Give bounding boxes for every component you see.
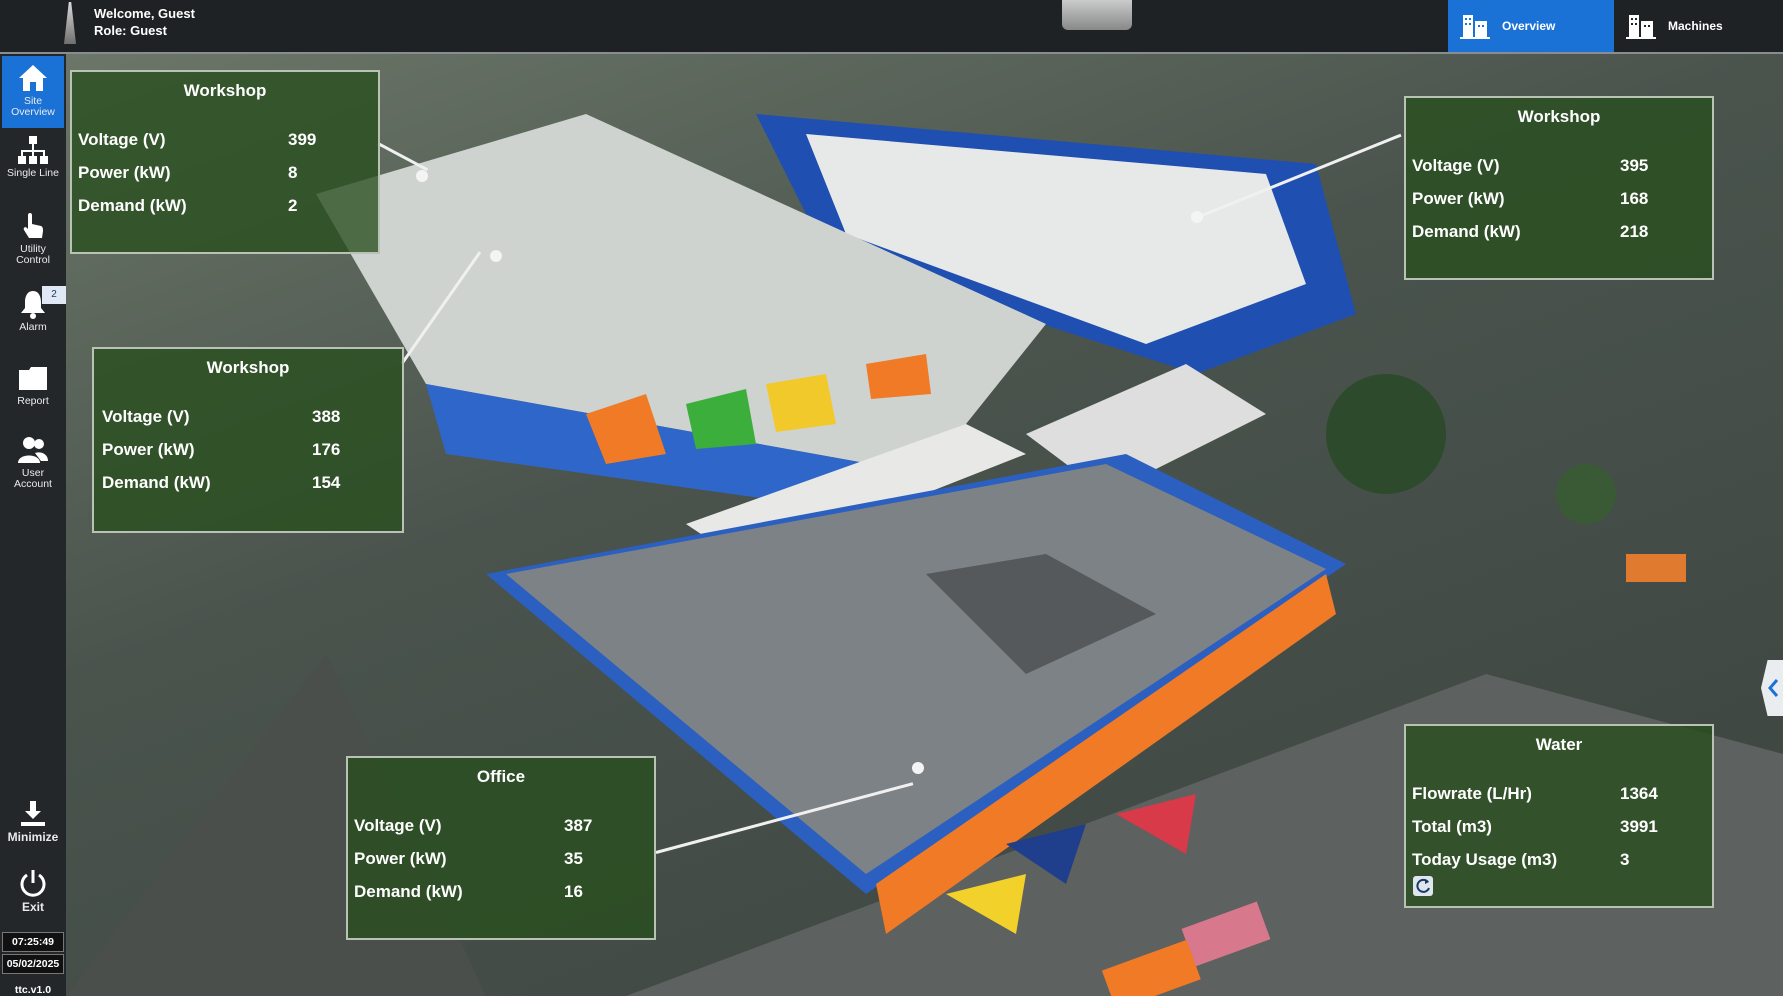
version-label: ttc.v1.0 xyxy=(14,984,52,996)
user-info: Welcome, Guest Role: Guest xyxy=(94,5,195,39)
row-label: Voltage (V) xyxy=(1412,156,1500,175)
panel-workshop-b[interactable]: Workshop Voltage (V) 388 Power (kW) 176 … xyxy=(92,347,404,533)
building-icon xyxy=(1626,15,1656,39)
building-icon xyxy=(1460,15,1490,39)
location-marker xyxy=(490,250,502,262)
users-icon xyxy=(18,437,48,463)
row-label: Demand (kW) xyxy=(1412,222,1521,241)
panel-title: Workshop xyxy=(183,81,267,100)
tab-machines[interactable]: Machines xyxy=(1614,0,1780,52)
refresh-icon[interactable] xyxy=(1413,876,1433,896)
sidebar: Site Overview Single Line Utility Contro… xyxy=(0,54,66,996)
sidebar-item-label: Report xyxy=(17,395,49,407)
hand-pointer-icon xyxy=(23,213,43,238)
sidebar-item-alarm[interactable]: Alarm 2 xyxy=(2,286,66,333)
row-label: Power (kW) xyxy=(1412,189,1505,208)
voltage-value: 388 xyxy=(312,407,341,426)
demand-value: 16 xyxy=(564,882,583,901)
sidebar-item-label: Minimize xyxy=(7,830,59,844)
sidebar-item-utility-control[interactable]: Utility Control xyxy=(2,210,64,266)
row-label: Today Usage (m3) xyxy=(1412,850,1558,869)
download-icon xyxy=(21,801,45,826)
panel-office[interactable]: Office Voltage (V) 387 Power (kW) 35 Dem… xyxy=(346,756,656,940)
sidebar-item-user-account[interactable]: User Account xyxy=(2,434,64,490)
sidebar-item-label: User Account xyxy=(14,467,52,490)
demand-value: 2 xyxy=(288,196,298,215)
clock-time: 07:25:49 xyxy=(2,932,64,952)
sidebar-item-site-overview[interactable]: Site Overview xyxy=(2,56,64,128)
flowrate-value: 1364 xyxy=(1620,784,1658,803)
total-value: 3991 xyxy=(1620,817,1658,836)
row-label: Flowrate (L/Hr) xyxy=(1412,784,1532,803)
panel-title: Office xyxy=(476,767,526,786)
top-bar: Welcome, Guest Role: Guest Overview Mach… xyxy=(0,0,1783,54)
logo xyxy=(64,2,76,44)
network-icon xyxy=(18,136,48,164)
tab-overview-label: Overview xyxy=(1502,19,1556,33)
company-logo xyxy=(1062,0,1132,30)
row-label: Total (m3) xyxy=(1412,817,1492,836)
voltage-value: 395 xyxy=(1620,156,1649,175)
sidebar-item-label: Site Overview xyxy=(11,95,55,118)
panel-title: Water xyxy=(1535,735,1583,754)
location-marker xyxy=(912,762,924,774)
sidebar-item-report[interactable]: Report xyxy=(2,362,64,407)
home-icon xyxy=(19,65,47,91)
row-label: Voltage (V) xyxy=(78,130,166,149)
panel-title: Workshop xyxy=(206,358,290,377)
sidebar-item-exit[interactable]: Exit xyxy=(2,868,64,913)
panel-workshop-a[interactable]: Workshop Voltage (V) 399 Power (kW) 8 De… xyxy=(70,70,380,254)
sidebar-item-minimize[interactable]: Minimize xyxy=(2,798,64,843)
tab-overview[interactable]: Overview xyxy=(1448,0,1614,52)
power-value: 168 xyxy=(1620,189,1649,208)
role-text: Role: Guest xyxy=(94,23,167,38)
row-label: Voltage (V) xyxy=(102,407,190,426)
panel-water[interactable]: Water Flowrate (L/Hr) 1364 Total (m3) 39… xyxy=(1404,724,1714,908)
sidebar-item-label: Exit xyxy=(21,900,44,914)
row-label: Voltage (V) xyxy=(354,816,442,835)
row-label: Demand (kW) xyxy=(354,882,463,901)
sidebar-item-label: Single Line xyxy=(7,167,59,179)
clock-date: 05/02/2025 xyxy=(2,954,64,974)
demand-value: 154 xyxy=(312,473,341,492)
row-label: Power (kW) xyxy=(354,849,447,868)
voltage-value: 399 xyxy=(288,130,317,149)
sidebar-item-label: Alarm xyxy=(19,321,47,333)
panel-workshop-c[interactable]: Workshop Voltage (V) 395 Power (kW) 168 … xyxy=(1404,96,1714,280)
sidebar-item-label: Utility Control xyxy=(16,243,50,266)
sidebar-item-single-line[interactable]: Single Line xyxy=(2,134,64,179)
panel-title: Workshop xyxy=(1517,107,1601,126)
power-icon xyxy=(20,870,46,897)
power-value: 176 xyxy=(312,440,341,459)
row-label: Power (kW) xyxy=(102,440,195,459)
location-marker xyxy=(1191,211,1203,223)
row-label: Demand (kW) xyxy=(102,473,211,492)
row-label: Demand (kW) xyxy=(78,196,187,215)
welcome-text: Welcome, Guest xyxy=(94,6,195,21)
row-label: Power (kW) xyxy=(78,163,171,182)
alarm-count-badge: 2 xyxy=(42,286,66,304)
voltage-value: 387 xyxy=(564,816,593,835)
location-marker xyxy=(416,170,428,182)
today-usage-value: 3 xyxy=(1620,850,1630,869)
tab-machines-label: Machines xyxy=(1668,19,1723,33)
demand-value: 218 xyxy=(1620,222,1649,241)
folder-icon xyxy=(19,367,47,390)
power-value: 8 xyxy=(288,163,298,182)
power-value: 35 xyxy=(564,849,583,868)
